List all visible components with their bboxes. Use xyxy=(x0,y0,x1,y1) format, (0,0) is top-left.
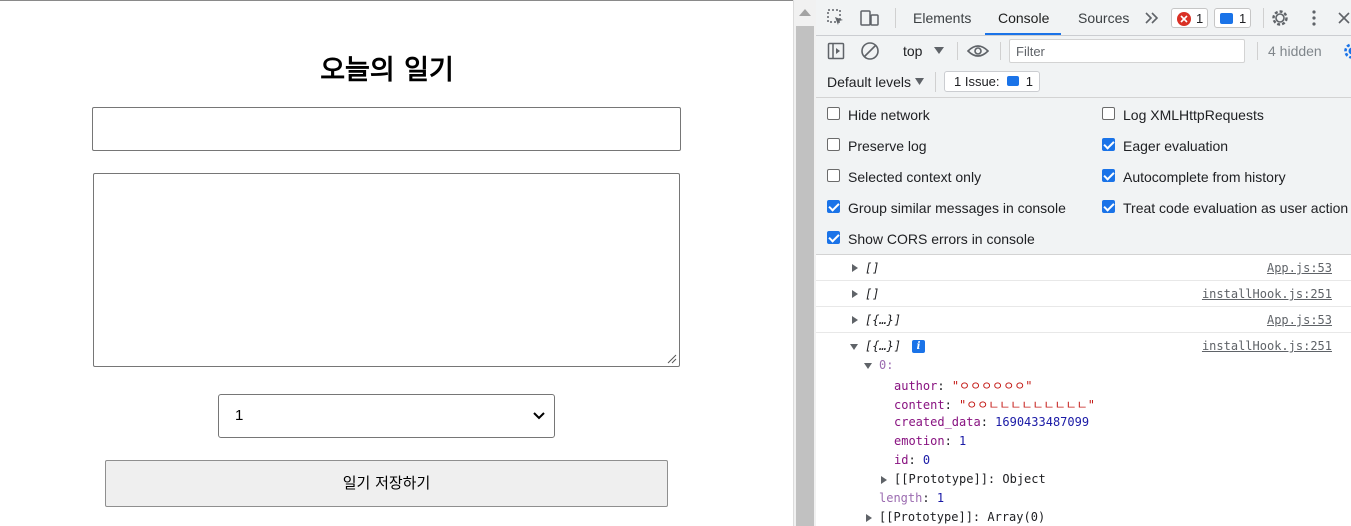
tree-prop-created-data: created_data: 1690433487099 xyxy=(894,415,1090,429)
eager-eval-label: Eager evaluation xyxy=(1123,138,1229,154)
error-x-icon xyxy=(1180,15,1188,23)
log-xhr-checkbox[interactable] xyxy=(1102,107,1115,120)
console-log-row[interactable]: [] installHook.js:251 xyxy=(816,281,1351,307)
chevron-down-icon xyxy=(533,412,545,420)
expand-arrow-icon[interactable] xyxy=(866,514,872,522)
console-log-row[interactable]: [] App.js:53 xyxy=(816,255,1351,281)
hide-network-label: Hide network xyxy=(848,107,930,123)
inspect-element-icon[interactable] xyxy=(827,9,845,27)
issue-message-icon xyxy=(1007,76,1020,86)
author-input[interactable] xyxy=(92,107,681,151)
tree-index: 0: xyxy=(879,358,894,372)
log-source-link[interactable]: installHook.js:251 xyxy=(1202,287,1332,301)
hidden-count-label: 4 hidden xyxy=(1268,43,1322,59)
show-cors-checkbox[interactable] xyxy=(827,231,840,244)
levels-dropdown-icon[interactable] xyxy=(915,78,924,85)
eager-eval-checkbox[interactable] xyxy=(1102,138,1115,151)
preserve-log-checkbox[interactable] xyxy=(827,138,840,151)
group-similar-checkbox[interactable] xyxy=(827,200,840,213)
live-expression-eye-icon[interactable] xyxy=(967,43,989,59)
levels-toolbar: Default levels 1 Issue: 1 xyxy=(816,66,1351,98)
selected-context-label: Selected context only xyxy=(848,169,982,185)
console-settings-gear-icon[interactable] xyxy=(1342,41,1351,61)
log-message: [] xyxy=(865,261,880,275)
issue-count: 1 xyxy=(1025,74,1034,89)
log-levels-dropdown[interactable]: Default levels xyxy=(827,74,911,90)
log-message: [{…}] xyxy=(865,313,902,327)
message-count: 1 xyxy=(1239,11,1247,26)
tab-sources[interactable]: Sources xyxy=(1078,10,1129,26)
tree-prop-prototype[interactable]: [[Prototype]]: Object xyxy=(894,472,1046,486)
expand-arrow-icon[interactable] xyxy=(852,264,858,272)
collapse-arrow-icon[interactable] xyxy=(864,363,872,369)
emotion-selected-value: 1 xyxy=(235,407,244,424)
devtools-panel: Elements Console Sources 1 1 top Filter … xyxy=(816,0,1351,526)
console-output: [] App.js:53 [] installHook.js:251 [{…}]… xyxy=(816,255,1351,526)
selected-context-checkbox[interactable] xyxy=(827,169,840,182)
tab-elements[interactable]: Elements xyxy=(913,10,971,26)
page-title: 오늘의 일기 xyxy=(320,55,454,86)
info-icon[interactable]: i xyxy=(912,340,925,353)
page-scrollbar[interactable] xyxy=(793,0,816,526)
preserve-log-label: Preserve log xyxy=(848,138,927,154)
issues-label: 1 Issue: xyxy=(954,74,1000,89)
autocomplete-label: Autocomplete from history xyxy=(1123,169,1286,185)
console-settings-panel: Hide network Preserve log Selected conte… xyxy=(816,98,1351,255)
more-tabs-chevron-icon[interactable] xyxy=(1144,11,1160,25)
save-diary-button[interactable]: 일기 저장하기 xyxy=(105,460,668,507)
log-source-link[interactable]: App.js:53 xyxy=(1267,261,1332,275)
device-toolbar-icon[interactable] xyxy=(860,9,880,27)
treat-user-action-label: Treat code evaluation as user action xyxy=(1123,200,1349,216)
log-source-link[interactable]: installHook.js:251 xyxy=(1202,339,1332,353)
tree-prop-author: author: "ㅇㅇㅇㅇㅇㅇ" xyxy=(894,379,1033,393)
active-tab-indicator xyxy=(985,33,1061,35)
close-icon[interactable] xyxy=(1337,11,1351,25)
issues-button[interactable]: 1 Issue: 1 xyxy=(944,71,1041,92)
tree-prop-content: content: "ㅇㅇㄴㄴㄴㄴㄴㄴㄴㄴㄴ" xyxy=(894,398,1095,412)
group-similar-label: Group similar messages in console xyxy=(848,200,1066,216)
gear-icon[interactable] xyxy=(1270,8,1290,28)
more-options-icon[interactable] xyxy=(1310,9,1318,27)
autocomplete-checkbox[interactable] xyxy=(1102,169,1115,182)
content-textarea[interactable] xyxy=(93,173,680,367)
filter-field[interactable] xyxy=(1009,39,1245,63)
devtools-tab-bar: Elements Console Sources 1 1 xyxy=(816,0,1351,36)
error-count-badge[interactable]: 1 xyxy=(1171,8,1209,28)
scroll-up-arrow-icon[interactable] xyxy=(799,9,811,16)
expand-arrow-icon[interactable] xyxy=(852,316,858,324)
scrollbar-thumb[interactable] xyxy=(796,26,814,526)
tree-prop-id: id: 0 xyxy=(894,453,931,467)
collapse-arrow-icon[interactable] xyxy=(850,344,858,350)
emotion-select[interactable]: 1 xyxy=(218,394,555,438)
app-page: 오늘의 일기 1 일기 저장하기 xyxy=(0,0,793,526)
tree-prop-emotion: emotion: 1 xyxy=(894,434,967,448)
filter-input[interactable] xyxy=(1010,40,1244,62)
log-message: [{…}] xyxy=(865,339,902,353)
error-count: 1 xyxy=(1196,11,1204,26)
tab-console[interactable]: Console xyxy=(998,10,1049,26)
tree-prop-length: length: 1 xyxy=(879,491,945,505)
tree-prop-array-prototype[interactable]: [[Prototype]]: Array(0) xyxy=(879,510,1045,524)
expand-arrow-icon[interactable] xyxy=(852,290,858,298)
hide-network-checkbox[interactable] xyxy=(827,107,840,120)
context-selector[interactable]: top xyxy=(903,43,922,59)
sidebar-toggle-icon[interactable] xyxy=(827,42,845,60)
expand-arrow-icon[interactable] xyxy=(881,476,887,484)
log-message: [] xyxy=(865,287,880,301)
console-toolbar: top 4 hidden xyxy=(816,36,1351,66)
resize-grip-icon[interactable] xyxy=(665,352,677,364)
log-xhr-label: Log XMLHttpRequests xyxy=(1123,107,1264,123)
context-dropdown-icon[interactable] xyxy=(934,47,944,54)
show-cors-label: Show CORS errors in console xyxy=(848,231,1035,247)
message-icon xyxy=(1220,13,1233,24)
log-source-link[interactable]: App.js:53 xyxy=(1267,313,1332,327)
console-log-row-expanded[interactable]: [{…}] i installHook.js:251 0: author: "ㅇ… xyxy=(816,333,1351,526)
treat-user-action-checkbox[interactable] xyxy=(1102,200,1115,213)
clear-console-icon[interactable] xyxy=(860,41,880,61)
console-log-row[interactable]: [{…}] App.js:53 xyxy=(816,307,1351,333)
message-count-badge[interactable]: 1 xyxy=(1214,8,1252,28)
